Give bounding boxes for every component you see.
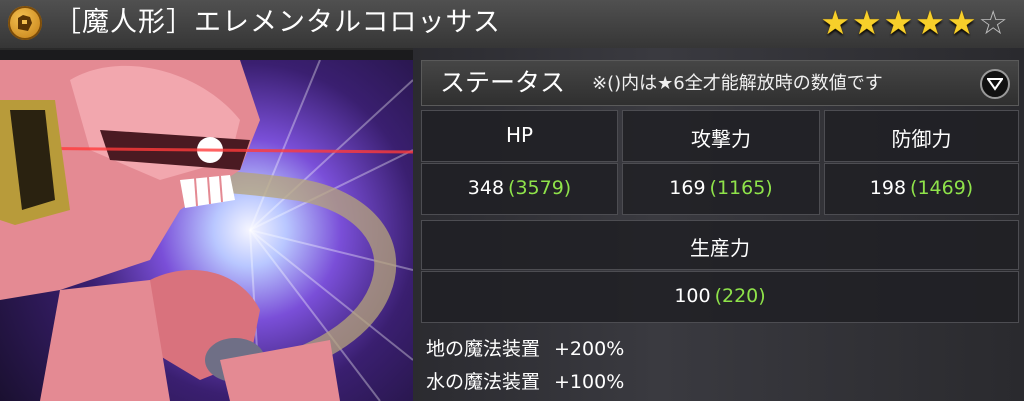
star-empty-icon: ☆ (978, 3, 1008, 42)
hp-label: HP (505, 123, 534, 147)
bonus-value: +200% (554, 338, 625, 360)
attack-base-value: 169 (669, 177, 706, 199)
defense-value-cell: 198 (1469) (824, 163, 1019, 215)
bonus-name: 水の魔法装置 (426, 371, 541, 393)
production-label: 生産力 (690, 236, 750, 260)
bonus-value: +100% (554, 371, 625, 393)
production-value-cell: 100 (220) (421, 271, 1019, 323)
defense-value: 198 (1469) (825, 177, 1018, 199)
production-value: 100 (220) (422, 285, 1018, 307)
attack-label: 攻撃力 (691, 127, 751, 151)
status-section-header: ステータス ※()内は★6全才能解放時の数値です (421, 60, 1019, 106)
defense-label: 防御力 (891, 127, 952, 151)
defense-base-value: 198 (869, 177, 907, 199)
defense-max-value: (1469) (910, 177, 974, 199)
status-title: ステータス (440, 68, 566, 97)
unit-name: ［魔人形］エレメンタルコロッサス (54, 7, 501, 38)
title-bar: ［魔人形］エレメンタルコロッサス ★ ★ ★ ★ ★ ☆ (0, 0, 1024, 50)
chevron-down-icon[interactable] (980, 69, 1010, 99)
status-note: ※()内は★6全才能解放時の数値です (592, 73, 883, 94)
bonus-line: 水の魔法装置 +100% (426, 367, 624, 394)
star-filled-icon: ★ (852, 3, 882, 42)
production-label-cell: 生産力 (421, 220, 1019, 270)
golem-class-badge-icon (8, 6, 42, 40)
production-max-value: (220) (714, 285, 766, 307)
hp-base-value: 348 (467, 177, 505, 199)
hp-value-cell: 348 (3579) (421, 163, 618, 215)
attack-value-cell: 169 (1165) (622, 163, 820, 215)
rarity-stars: ★ ★ ★ ★ ★ ☆ (820, 4, 1008, 42)
attack-label-cell: 攻撃力 (622, 110, 820, 162)
hp-label-cell: HP (421, 110, 618, 162)
bonus-line: 地の魔法装置 +200% (426, 334, 624, 361)
star-filled-icon: ★ (883, 3, 914, 42)
star-filled-icon: ★ (915, 3, 945, 42)
character-illustration (0, 60, 413, 401)
defense-label-cell: 防御力 (824, 110, 1019, 162)
star-filled-icon: ★ (820, 3, 851, 42)
production-base-value: 100 (674, 285, 711, 307)
attack-max-value: (1165) (709, 177, 773, 199)
hp-max-value: (3579) (508, 177, 572, 199)
attack-value: 169 (1165) (623, 177, 819, 199)
bonus-name: 地の魔法装置 (426, 338, 541, 360)
hp-value: 348 (3579) (422, 177, 617, 199)
star-filled-icon: ★ (946, 3, 977, 42)
